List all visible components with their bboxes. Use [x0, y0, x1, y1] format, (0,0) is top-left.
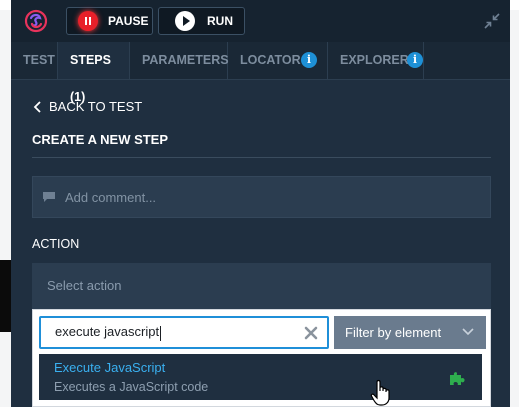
back-to-test-label: BACK TO TEST	[49, 99, 143, 114]
action-select[interactable]: Select action	[32, 263, 491, 309]
comment-icon	[43, 192, 55, 202]
page-background-right	[510, 10, 519, 407]
explorer-info-icon[interactable]: i	[407, 52, 423, 68]
action-result-item[interactable]: Execute JavaScript Executes a JavaScript…	[39, 354, 482, 400]
back-to-test-link[interactable]: BACK TO TEST	[33, 99, 142, 114]
chevron-left-icon	[33, 100, 41, 113]
run-button-label: RUN	[207, 14, 233, 28]
comment-field[interactable]: Add comment...	[32, 176, 491, 218]
text-caret	[160, 325, 162, 341]
action-result-name: Execute JavaScript	[54, 360, 166, 375]
action-dropdown: execute javascript Filter by element Exe…	[32, 309, 491, 407]
pause-icon	[78, 11, 98, 31]
run-button[interactable]: RUN	[158, 7, 245, 35]
page-background-left	[0, 10, 11, 260]
collapse-icon[interactable]	[483, 12, 501, 30]
puzzle-icon	[450, 372, 465, 385]
pause-button[interactable]: PAUSE	[66, 7, 153, 35]
page-background-left-dark	[0, 260, 11, 332]
action-result-description: Executes a JavaScript code	[54, 380, 209, 394]
action-label: ACTION	[32, 237, 80, 251]
tab-bar: TEST STEPS (1) PARAMETERS LOCATOR EXPLOR…	[11, 42, 510, 104]
tab-steps[interactable]: STEPS (1)	[58, 42, 130, 104]
page-background-left-lower	[0, 332, 11, 407]
play-icon	[175, 11, 195, 31]
clear-search-icon[interactable]	[304, 326, 318, 340]
action-search-input[interactable]: execute javascript	[39, 316, 329, 349]
app-logo-icon	[24, 9, 48, 33]
chevron-down-icon	[462, 328, 474, 336]
recorder-toolbar: PAUSE RUN	[11, 0, 510, 43]
comment-placeholder: Add comment...	[65, 189, 157, 205]
action-search-value: execute javascript	[55, 324, 160, 340]
hand-cursor-icon	[370, 379, 390, 406]
filter-by-element-dropdown[interactable]: Filter by element	[334, 316, 486, 349]
locator-info-icon[interactable]: i	[301, 52, 317, 68]
page-title: CREATE A NEW STEP	[32, 132, 169, 147]
tab-parameters[interactable]: PARAMETERS	[130, 42, 229, 79]
filter-label: Filter by element	[345, 325, 442, 340]
recorder-panel: PAUSE RUN TEST STEPS (1) PARAMETERS LOCA…	[11, 0, 510, 407]
title-divider	[32, 157, 491, 158]
pause-button-label: PAUSE	[108, 14, 149, 28]
tab-test[interactable]: TEST	[11, 42, 58, 79]
